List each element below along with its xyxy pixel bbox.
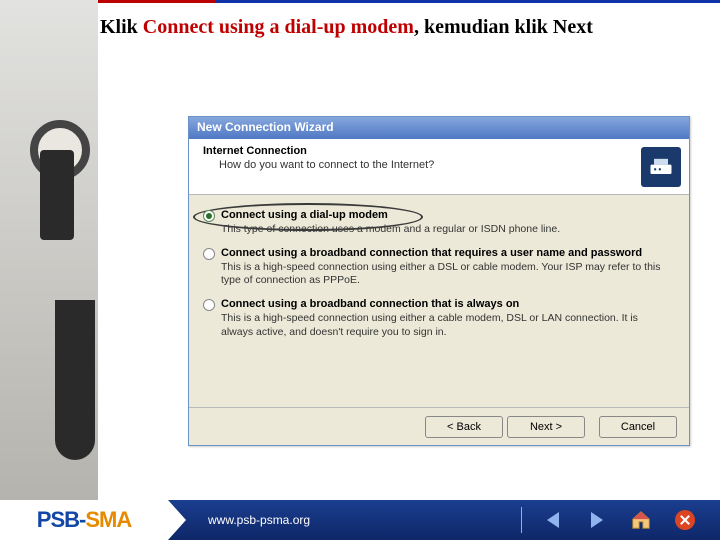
arrow-left-icon — [547, 512, 559, 528]
instruction-suffix: Next — [553, 16, 593, 38]
wizard-header: Internet Connection How do you want to c… — [189, 139, 689, 195]
logo-text-right: SMA — [85, 507, 131, 533]
option-dialup[interactable]: Connect using a dial-up modem This type … — [221, 209, 671, 237]
psb-sma-logo: PSB-SMA — [0, 500, 168, 540]
footer-nav — [542, 509, 720, 531]
prev-slide-button[interactable] — [542, 509, 564, 531]
cancel-button[interactable]: Cancel — [599, 416, 677, 438]
top-accent-bar — [0, 0, 720, 3]
home-icon — [630, 509, 652, 531]
instruction-text: Klik Connect using a dial-up modem, kemu… — [100, 14, 660, 41]
instruction-middle: , kemudian klik — [414, 16, 553, 38]
back-button[interactable]: < Back — [425, 416, 503, 438]
wizard-body: Connect using a dial-up modem This type … — [189, 195, 689, 407]
window-titlebar[interactable]: New Connection Wizard — [189, 117, 689, 139]
footer-url: www.psb-psma.org — [208, 513, 521, 527]
option-label: Connect using a dial-up modem — [221, 209, 671, 221]
home-button[interactable] — [630, 509, 652, 531]
logo-triangle — [168, 500, 186, 540]
option-label: Connect using a broadband connection tha… — [221, 298, 671, 310]
window-title: New Connection Wizard — [197, 120, 334, 134]
instruction-highlight: Connect using a dial-up modem — [143, 16, 414, 38]
close-icon — [675, 510, 695, 530]
next-slide-button[interactable] — [586, 509, 608, 531]
footer-divider — [521, 507, 522, 533]
option-broadband-always[interactable]: Connect using a broadband connection tha… — [221, 298, 671, 339]
radio-icon[interactable] — [203, 248, 215, 260]
wizard-header-subtitle: How do you want to connect to the Intern… — [203, 157, 625, 171]
radio-icon[interactable] — [203, 299, 215, 311]
next-button[interactable]: Next > — [507, 416, 585, 438]
wizard-header-title: Internet Connection — [203, 145, 625, 157]
option-description: This is a high-speed connection using ei… — [221, 310, 671, 339]
option-label: Connect using a broadband connection tha… — [221, 247, 671, 259]
decorative-photo — [0, 0, 98, 500]
radio-icon[interactable] — [203, 210, 215, 222]
instruction-prefix: Klik — [100, 16, 143, 38]
option-description: This type of connection uses a modem and… — [221, 221, 671, 237]
wizard-footer: < Back Next > Cancel — [189, 407, 689, 445]
close-button[interactable] — [674, 509, 696, 531]
slide-footer-bar: PSB-SMA www.psb-psma.org — [0, 500, 720, 540]
arrow-right-icon — [591, 512, 603, 528]
option-broadband-auth[interactable]: Connect using a broadband connection tha… — [221, 247, 671, 288]
new-connection-wizard-window: New Connection Wizard Internet Connectio… — [188, 116, 690, 446]
option-description: This is a high-speed connection using ei… — [221, 259, 671, 288]
logo-text-left: PSB- — [37, 507, 86, 533]
modem-icon — [641, 147, 681, 187]
